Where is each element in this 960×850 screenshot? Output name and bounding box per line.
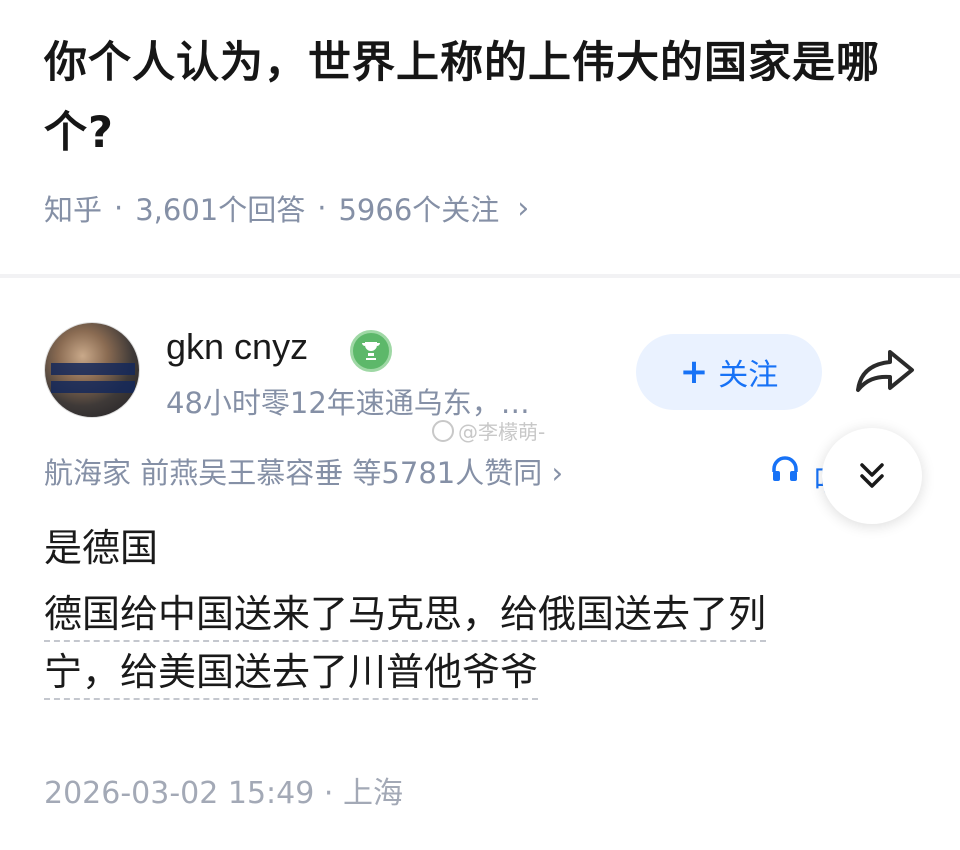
separator-dot: · xyxy=(114,191,124,225)
answer-paragraph: 是德国 xyxy=(44,526,159,570)
upvote-summary[interactable]: 航海家 前燕吴王慕容垂 等5781人赞同 › xyxy=(44,450,563,492)
collapse-button[interactable] xyxy=(822,428,922,524)
chevron-right-icon: › xyxy=(551,456,564,490)
avatar[interactable] xyxy=(44,322,140,418)
follow-button[interactable]: + 关注 xyxy=(636,334,822,410)
watermark: @李檬萌- xyxy=(432,416,545,445)
answers-count: 3,601个回答 xyxy=(135,193,306,227)
separator-dot: · xyxy=(323,776,343,811)
question-title: 你个人认为，世界上称的上伟大的国家是哪个? xyxy=(44,38,880,158)
trophy-icon[interactable] xyxy=(350,330,392,372)
author-name[interactable]: gkn cnyz xyxy=(166,326,308,368)
double-chevron-down-icon xyxy=(860,463,884,488)
source-label: 知乎 xyxy=(44,193,103,227)
followers-count: 5966个关注 xyxy=(338,193,500,227)
chevron-right-icon: › xyxy=(517,190,530,226)
headphones-icon[interactable] xyxy=(770,454,800,492)
timestamp: 2026-03-02 15:49 xyxy=(44,776,315,811)
section-divider xyxy=(0,274,960,278)
avatar-caption xyxy=(51,363,135,375)
share-icon[interactable] xyxy=(852,346,918,396)
upvote-text: 航海家 前燕吴王慕容垂 等5781人赞同 xyxy=(44,456,543,490)
answer-body: 是德国 德国给中国送来了马克思，给俄国送去了列 宁，给美国送去了川普他爷爷 xyxy=(44,520,924,702)
follow-label: 关注 xyxy=(718,358,779,393)
watermark-text: @李檬萌- xyxy=(458,420,546,444)
weibo-icon xyxy=(432,419,454,442)
answer-footer: 2026-03-02 15:49 · 上海 xyxy=(44,768,403,812)
answer-paragraph[interactable]: 德国给中国送来了马克思，给俄国送去了列 xyxy=(44,586,767,642)
location: 上海 xyxy=(342,776,403,811)
answer-paragraph[interactable]: 宁，给美国送去了川普他爷爷 xyxy=(44,644,539,700)
plus-icon: + xyxy=(679,352,709,392)
avatar-caption xyxy=(51,381,135,393)
separator-dot: · xyxy=(317,191,327,225)
question-meta[interactable]: 知乎 · 3,601个回答 · 5966个关注 › xyxy=(44,186,529,230)
